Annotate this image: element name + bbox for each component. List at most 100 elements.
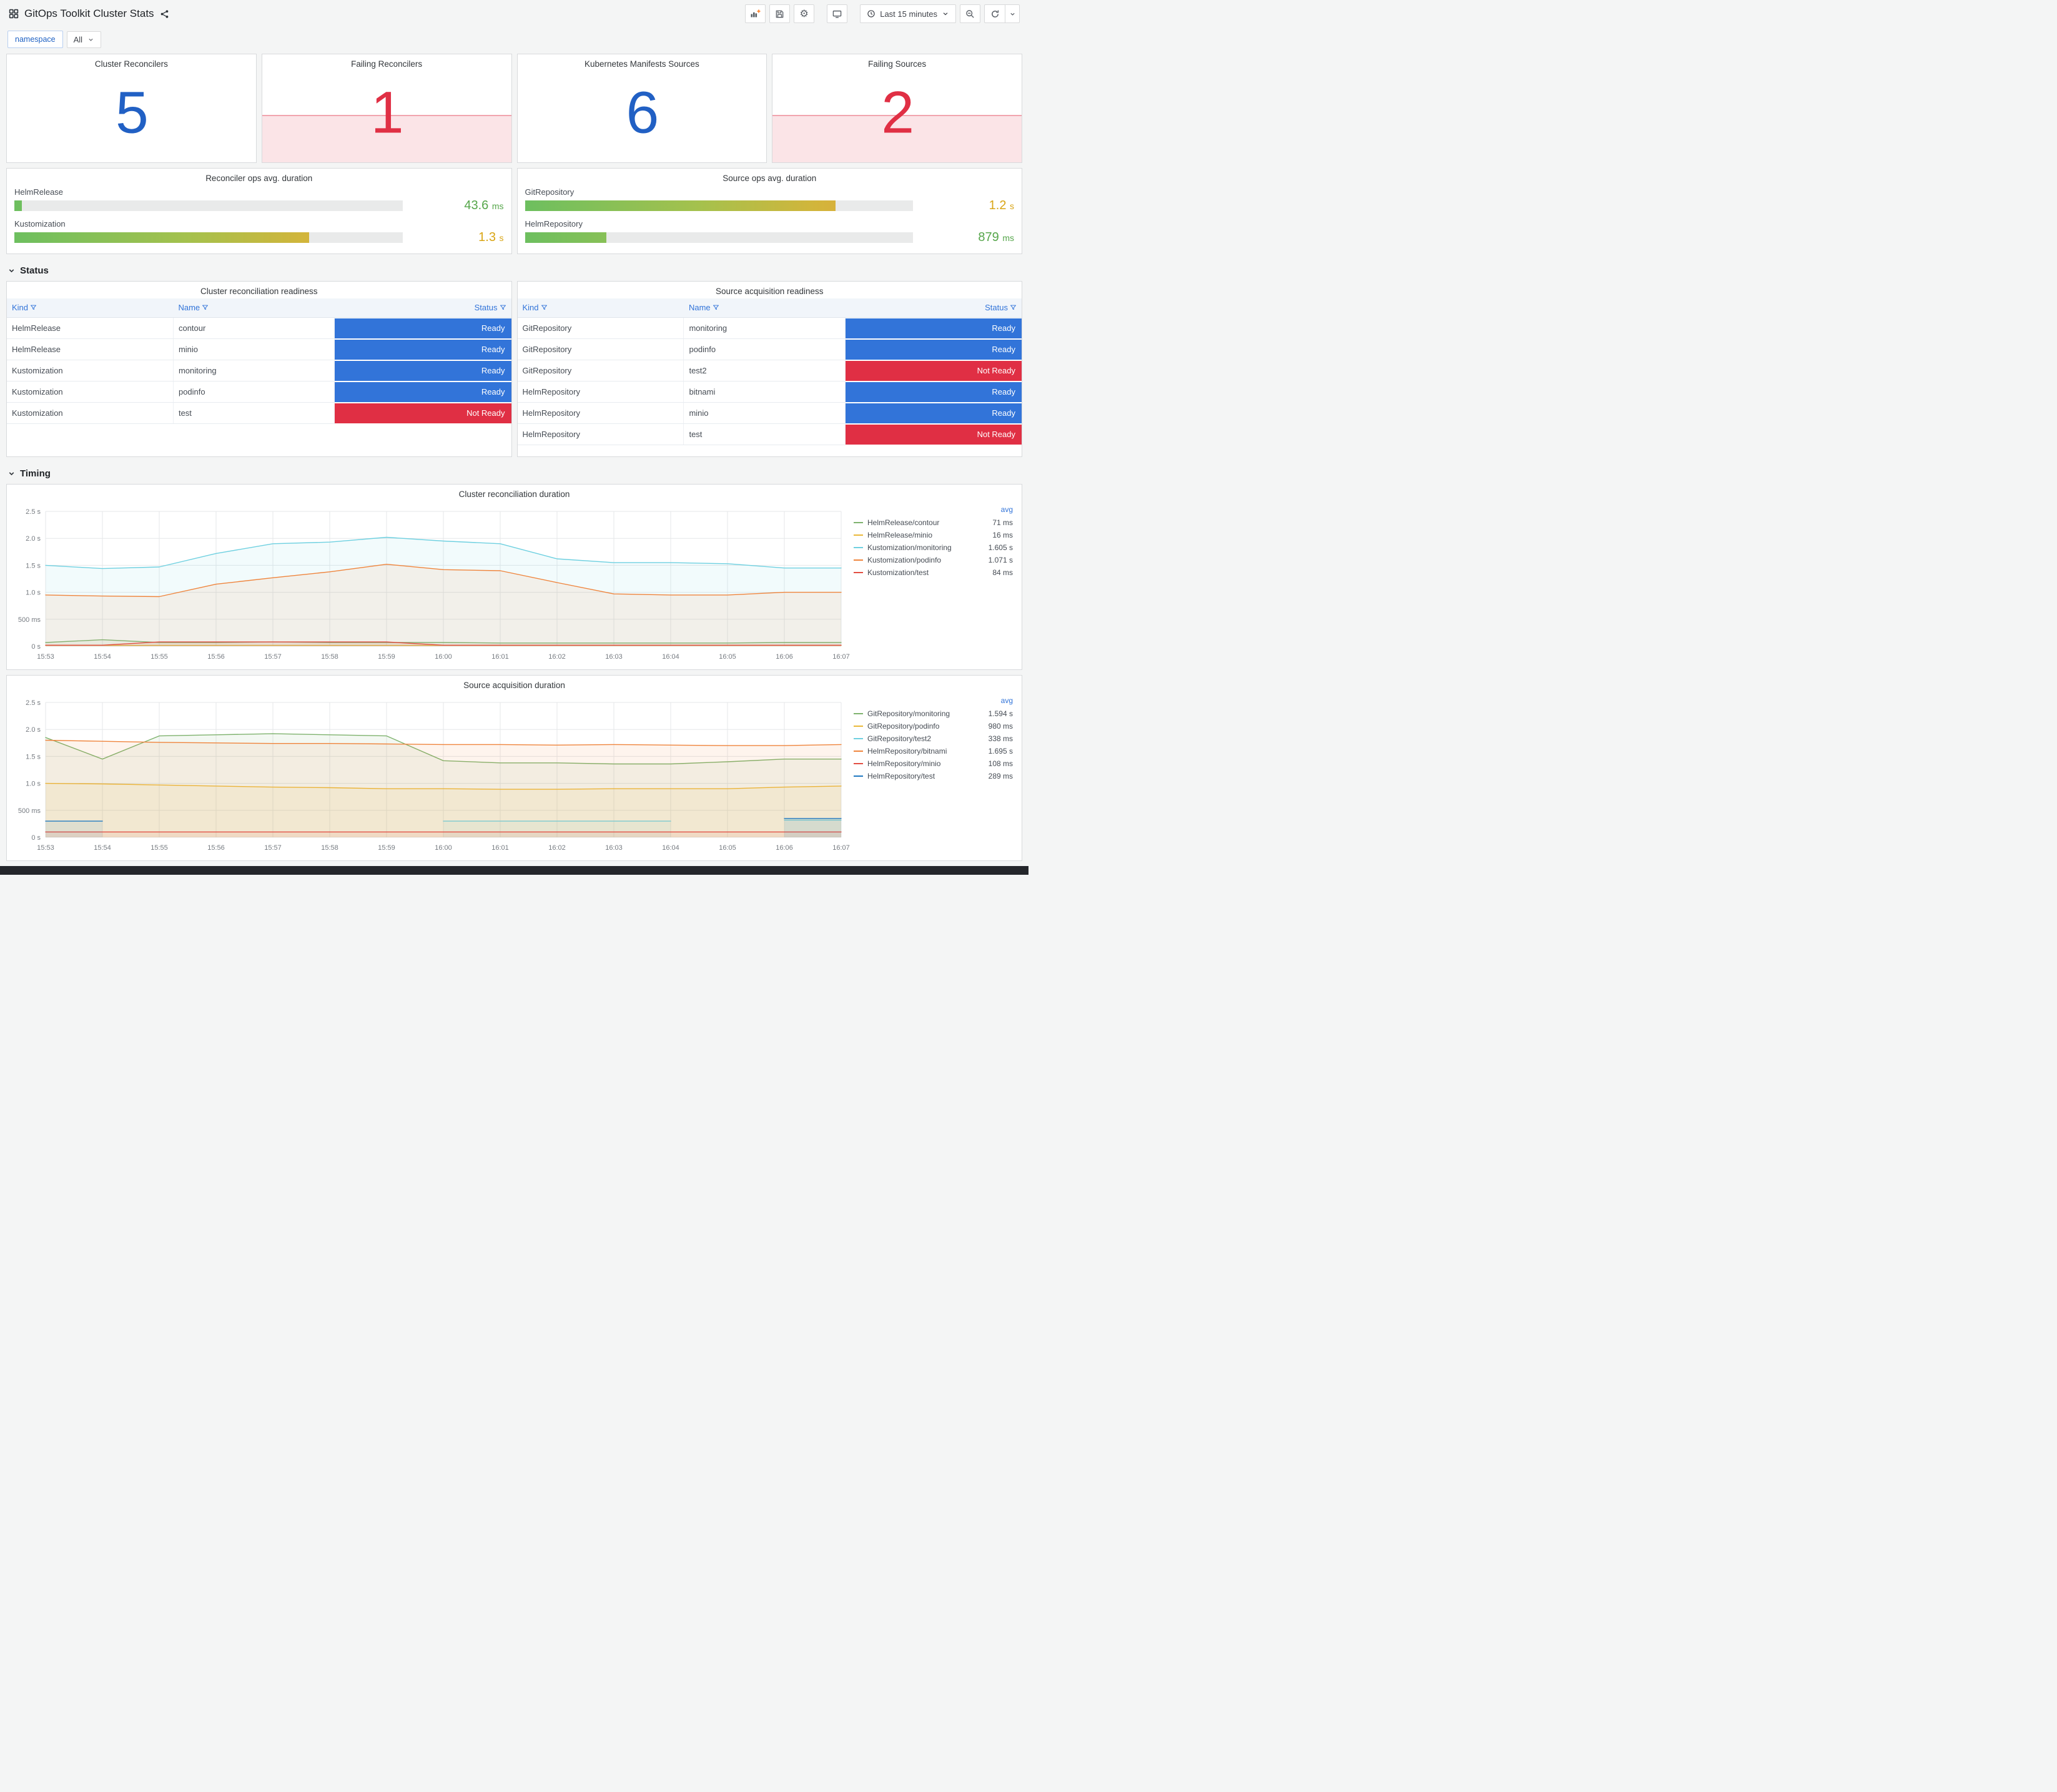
table-panel-title: Cluster reconciliation readiness — [200, 287, 318, 296]
filter-funnel-icon[interactable] — [202, 304, 209, 311]
table-row: Kustomization test Not Ready — [7, 402, 511, 424]
section-row-status[interactable]: Status — [0, 259, 1028, 281]
svg-text:16:01: 16:01 — [491, 844, 509, 852]
gauge-item: GitRepository 1.2 s — [518, 185, 1022, 217]
cell-name: test2 — [683, 360, 846, 382]
stat-value: 6 — [626, 79, 659, 146]
svg-text:15:55: 15:55 — [150, 653, 168, 661]
legend-item[interactable]: Kustomization/monitoring 1.605 s — [854, 541, 1013, 554]
svg-text:15:54: 15:54 — [94, 653, 111, 661]
chart-plot-area[interactable]: 15:53 15:54 15:55 15:56 15:57 15:58 15:59 16:00… — [8, 503, 851, 667]
gear-icon: ⚙ — [799, 7, 809, 19]
gauge-label: HelmRelease — [14, 187, 64, 197]
zoom-out-button[interactable] — [960, 4, 980, 23]
legend-item[interactable]: GitRepository/monitoring 1.594 s — [854, 707, 1013, 720]
svg-text:2.5 s: 2.5 s — [26, 508, 41, 516]
series-avg-value: 16 ms — [992, 531, 1013, 539]
time-range-label: Last 15 minutes — [880, 9, 937, 19]
cell-kind: HelmRelease — [7, 317, 174, 339]
legend-avg-header[interactable]: avg — [854, 696, 1013, 707]
svg-text:15:59: 15:59 — [378, 844, 395, 852]
chevron-down-icon — [87, 36, 94, 43]
column-header-kind[interactable]: Kind — [7, 298, 174, 318]
bar-gauge-fill — [525, 232, 606, 243]
svg-text:0 s: 0 s — [31, 834, 41, 842]
table-header-row: Kind Name Status — [7, 298, 511, 318]
series-color-dash — [854, 572, 863, 573]
series-name: HelmRepository/minio — [867, 759, 941, 768]
series-avg-value: 1.594 s — [988, 709, 1013, 718]
gauge-label: GitRepository — [525, 187, 575, 197]
svg-text:15:56: 15:56 — [207, 653, 225, 661]
cell-status: Ready — [334, 317, 511, 339]
column-header-status[interactable]: Status — [845, 298, 1022, 318]
share-icon[interactable] — [160, 9, 169, 19]
cell-name: minio — [173, 338, 335, 360]
legend-item[interactable]: Kustomization/podinfo 1.071 s — [854, 554, 1013, 566]
refresh-button[interactable] — [984, 4, 1005, 23]
svg-text:0 s: 0 s — [31, 643, 41, 651]
chart-plot-area[interactable]: 15:53 15:54 15:55 15:56 15:57 15:58 15:59 16:00… — [8, 694, 851, 858]
legend-item[interactable]: HelmRelease/contour 71 ms — [854, 516, 1013, 529]
filter-funnel-icon[interactable] — [500, 304, 506, 311]
tv-mode-button[interactable] — [827, 4, 848, 23]
column-header-kind[interactable]: Kind — [517, 298, 684, 318]
series-name: Kustomization/podinfo — [867, 556, 942, 564]
legend-item[interactable]: HelmRepository/test 289 ms — [854, 770, 1013, 782]
settings-button[interactable]: ⚙ — [794, 4, 815, 23]
series-avg-value: 71 ms — [992, 518, 1013, 527]
save-dashboard-button[interactable] — [769, 4, 791, 23]
svg-text:16:07: 16:07 — [832, 653, 850, 661]
time-picker-button[interactable]: Last 15 minutes — [860, 4, 956, 23]
chart-legend: avg HelmRelease/contour 71 ms HelmReleas… — [851, 503, 1019, 667]
bar-gauge-track — [525, 200, 913, 211]
legend-item[interactable]: HelmRelease/minio 16 ms — [854, 529, 1013, 541]
namespace-select[interactable]: All — [66, 31, 102, 48]
svg-text:16:04: 16:04 — [662, 844, 679, 852]
legend-item[interactable]: HelmRepository/bitnami 1.695 s — [854, 745, 1013, 757]
legend-avg-header[interactable]: avg — [854, 505, 1013, 516]
legend-item[interactable]: GitRepository/test2 338 ms — [854, 732, 1013, 745]
gauge-row: Reconciler ops avg. duration HelmRelease… — [0, 168, 1028, 254]
svg-text:1.0 s: 1.0 s — [26, 589, 41, 597]
dashboard-grid-icon[interactable] — [9, 9, 19, 19]
legend-item[interactable]: Kustomization/test 84 ms — [854, 566, 1013, 579]
legend-item[interactable]: GitRepository/podinfo 980 ms — [854, 720, 1013, 732]
cell-kind: HelmRelease — [7, 338, 174, 360]
section-row-timing[interactable]: Timing — [0, 462, 1028, 484]
column-header-name[interactable]: Name — [173, 298, 335, 318]
add-panel-button[interactable] — [745, 4, 766, 23]
table-row: HelmRepository test Not Ready — [517, 423, 1022, 445]
status-badge: Not Ready — [335, 403, 511, 423]
svg-text:1.0 s: 1.0 s — [26, 780, 41, 788]
variable-label-namespace: namespace — [7, 31, 63, 48]
filter-funnel-icon[interactable] — [541, 304, 548, 311]
svg-text:1.5 s: 1.5 s — [26, 562, 41, 569]
stat-panel: Failing Sources 2 — [772, 54, 1022, 163]
column-header-name[interactable]: Name — [683, 298, 846, 318]
svg-text:16:01: 16:01 — [491, 653, 509, 661]
filter-funnel-icon[interactable] — [713, 304, 719, 311]
svg-text:16:02: 16:02 — [548, 653, 566, 661]
charts-container: Cluster reconciliation duration 15:53 15:… — [0, 484, 1028, 861]
svg-text:16:05: 16:05 — [719, 844, 736, 852]
stats-row: Cluster Reconcilers 5 Failing Reconcilers 1… — [0, 54, 1028, 163]
table-row: Kustomization podinfo Ready — [7, 381, 511, 403]
chevron-down-icon — [7, 267, 16, 275]
table-row: Kustomization monitoring Ready — [7, 360, 511, 382]
refresh-interval-dropdown[interactable] — [1005, 4, 1020, 23]
legend-item[interactable]: HelmRepository/minio 108 ms — [854, 757, 1013, 770]
filter-funnel-icon[interactable] — [30, 304, 37, 311]
cell-status: Ready — [334, 360, 511, 382]
series-avg-value: 338 ms — [988, 734, 1013, 743]
column-header-status[interactable]: Status — [334, 298, 511, 318]
clock-icon — [867, 9, 876, 18]
series-color-dash — [854, 751, 863, 752]
svg-text:15:58: 15:58 — [321, 844, 338, 852]
svg-text:15:57: 15:57 — [264, 844, 282, 852]
status-badge: Ready — [335, 339, 511, 360]
cell-name: contour — [173, 317, 335, 339]
svg-text:16:04: 16:04 — [662, 653, 679, 661]
series-name: GitRepository/monitoring — [867, 709, 950, 718]
filter-funnel-icon[interactable] — [1010, 304, 1017, 311]
